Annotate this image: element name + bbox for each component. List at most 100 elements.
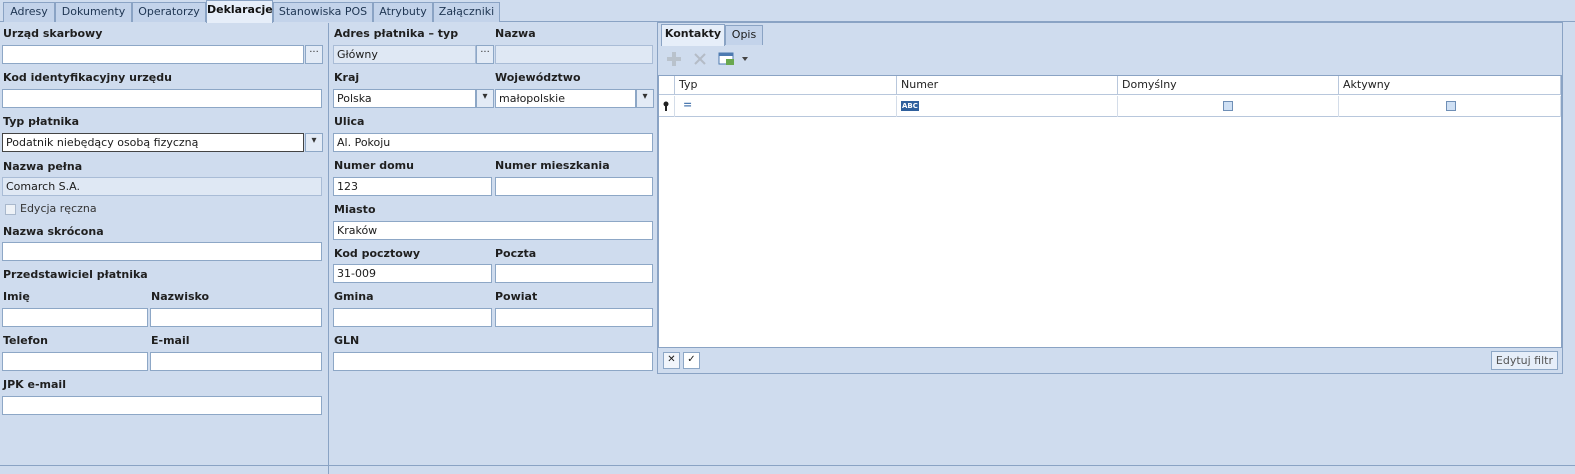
numer-domu-field[interactable]: 123 (333, 177, 492, 196)
typ-platnika-label: Typ płatnika (3, 115, 80, 128)
filter-row-indicator (659, 96, 675, 117)
clear-filter-button[interactable]: ✕ (663, 352, 680, 369)
gln-field[interactable] (333, 352, 653, 371)
tab-dokumenty[interactable]: Dokumenty (55, 2, 132, 22)
column-divider (328, 23, 329, 474)
tab-zalaczniki[interactable]: Załączniki (433, 2, 500, 22)
column-numer[interactable]: Numer (897, 76, 1118, 95)
imie-field[interactable] (2, 308, 148, 327)
telefon-label: Telefon (3, 334, 48, 347)
adres-typ-label: Adres płatnika – typ (334, 27, 459, 40)
urzad-skarbowy-label: Urząd skarbowy (3, 27, 103, 40)
adres-typ-browse-button[interactable]: ··· (476, 45, 494, 64)
adres-typ-field: Główny (333, 45, 476, 64)
filter-row[interactable]: = ABC (659, 96, 1561, 117)
export-menu-button[interactable] (718, 51, 752, 67)
close-icon (694, 53, 706, 65)
filter-cell-numer[interactable]: ABC (897, 96, 1118, 117)
miasto-field[interactable]: Kraków (333, 221, 653, 240)
checkmark-icon: ✓ (687, 354, 696, 365)
grid-toolbar (658, 47, 1562, 73)
nazwa-skrocona-label: Nazwa skrócona (3, 225, 104, 238)
delete-button[interactable] (692, 51, 708, 67)
urzad-skarbowy-browse-button[interactable]: ··· (305, 45, 323, 64)
jpk-email-field[interactable] (2, 396, 322, 415)
tab-kontakty[interactable]: Kontakty (661, 24, 725, 46)
miasto-label: Miasto (334, 203, 376, 216)
nazwa-pelna-field: Comarch S.A. (2, 177, 322, 196)
column-aktywny[interactable]: Aktywny (1339, 76, 1561, 95)
tab-bar: Adresy Dokumenty Operatorzy Deklaracje S… (0, 0, 1575, 23)
poczta-field[interactable] (495, 264, 653, 283)
kod-pocztowy-label: Kod pocztowy (334, 247, 421, 260)
tab-operatorzy[interactable]: Operatorzy (132, 2, 206, 22)
email-label: E-mail (151, 334, 190, 347)
nazwisko-label: Nazwisko (151, 290, 210, 303)
gmina-label: Gmina (334, 290, 374, 303)
wojewodztwo-select[interactable]: małopolskie (495, 89, 636, 108)
ulica-field[interactable]: Al. Pokoju (333, 133, 653, 152)
bottom-border (0, 465, 1575, 466)
powiat-label: Powiat (495, 290, 538, 303)
kraj-dropdown-button[interactable]: ▾ (476, 89, 494, 108)
telefon-field[interactable] (2, 352, 148, 371)
gmina-field[interactable] (333, 308, 492, 327)
przedstawiciel-label: Przedstawiciel płatnika (3, 268, 148, 281)
nazwisko-field[interactable] (150, 308, 322, 327)
grid-header-indicator (659, 76, 675, 95)
ellipsis-icon: ··· (480, 47, 490, 58)
grid-export-icon (718, 52, 748, 65)
contacts-panel: Kontakty Opis Typ Numer Domyślny Aktywny (657, 22, 1563, 374)
tab-opis[interactable]: Opis (725, 25, 763, 45)
numer-mieszkania-label: Numer mieszkania (495, 159, 610, 172)
poczta-label: Poczta (495, 247, 537, 260)
numer-domu-label: Numer domu (334, 159, 414, 172)
filter-domyslny-checkbox[interactable] (1223, 101, 1233, 111)
powiat-field[interactable] (495, 308, 653, 327)
edit-filter-button[interactable]: Edytuj filtr (1490, 351, 1558, 370)
edycja-reczna-checkbox[interactable] (5, 204, 16, 215)
email-field[interactable] (150, 352, 322, 371)
tab-stanowiska-pos[interactable]: Stanowiska POS (273, 2, 373, 22)
chevron-down-icon: ▾ (311, 135, 317, 146)
grid-header: Typ Numer Domyślny Aktywny (659, 76, 1561, 95)
enable-filter-checkbox[interactable]: ✓ (683, 352, 700, 369)
chevron-down-icon: ▾ (482, 91, 488, 102)
typ-platnika-dropdown-button[interactable]: ▾ (305, 133, 323, 152)
nazwa-label: Nazwa (495, 27, 536, 40)
wojewodztwo-dropdown-button[interactable]: ▾ (636, 89, 654, 108)
tab-adresy[interactable]: Adresy (3, 2, 55, 22)
numer-mieszkania-field[interactable] (495, 177, 653, 196)
filter-aktywny-checkbox[interactable] (1446, 101, 1456, 111)
column-typ[interactable]: Typ (675, 76, 897, 95)
filter-cell-domyslny[interactable] (1118, 96, 1339, 117)
contacts-grid: Typ Numer Domyślny Aktywny = ABC (658, 75, 1562, 348)
filter-pin-icon (663, 101, 669, 111)
wojewodztwo-label: Województwo (495, 71, 581, 84)
add-button[interactable] (666, 51, 682, 67)
nazwa-skrocona-field[interactable] (2, 242, 322, 261)
kod-urzedu-field[interactable] (2, 89, 322, 108)
tab-deklaracje[interactable]: Deklaracje (206, 0, 273, 23)
ellipsis-icon: ··· (309, 47, 319, 58)
filter-cell-aktywny[interactable] (1339, 96, 1561, 117)
plus-icon (667, 52, 681, 66)
close-icon: ✕ (667, 354, 676, 365)
text-filter-icon: ABC (901, 101, 919, 111)
filter-cell-typ[interactable]: = (675, 96, 897, 117)
kraj-label: Kraj (334, 71, 360, 84)
jpk-email-label: JPK e-mail (3, 378, 66, 391)
tab-atrybuty[interactable]: Atrybuty (373, 2, 433, 22)
edycja-reczna-label: Edycja ręczna (20, 202, 97, 215)
kod-pocztowy-field[interactable]: 31-009 (333, 264, 492, 283)
kraj-select[interactable]: Polska (333, 89, 476, 108)
gln-label: GLN (334, 334, 360, 347)
kod-urzedu-label: Kod identyfikacyjny urzędu (3, 71, 172, 84)
imie-label: Imię (3, 290, 30, 303)
typ-platnika-select[interactable]: Podatnik niebędący osobą fizyczną (2, 133, 304, 152)
column-domyslny[interactable]: Domyślny (1118, 76, 1339, 95)
grid-filter-bar: ✕ ✓ Edytuj filtr (658, 348, 1562, 372)
nazwa-field (495, 45, 653, 64)
ulica-label: Ulica (334, 115, 365, 128)
urzad-skarbowy-field[interactable] (2, 45, 304, 64)
